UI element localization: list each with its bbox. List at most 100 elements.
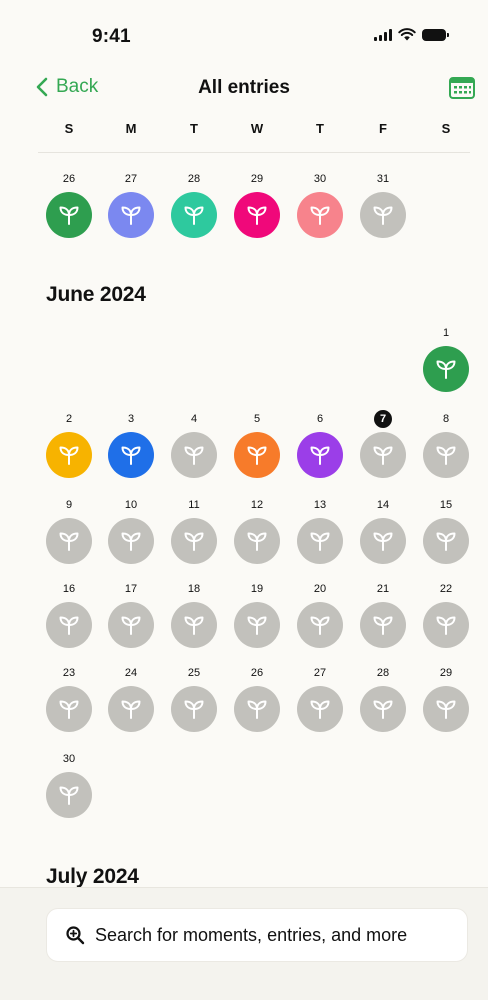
search-icon (66, 926, 85, 945)
sprout-icon (59, 700, 79, 719)
calendar-day[interactable]: 8 (423, 412, 469, 478)
sprout-icon (121, 532, 141, 551)
calendar-day[interactable]: 29 (423, 666, 469, 732)
calendar-day[interactable]: 30 (297, 172, 343, 238)
calendar-day[interactable]: 22 (423, 582, 469, 648)
entry-dot[interactable] (234, 518, 280, 564)
entry-dot[interactable] (423, 432, 469, 478)
calendar-day[interactable]: 11 (171, 498, 217, 564)
calendar-day[interactable]: 26 (234, 666, 280, 732)
calendar-day[interactable]: 10 (108, 498, 154, 564)
calendar-day[interactable]: 5 (234, 412, 280, 478)
entry-dot[interactable] (171, 518, 217, 564)
entry-dot[interactable] (46, 518, 92, 564)
entry-dot[interactable] (360, 518, 406, 564)
entry-dot[interactable] (46, 192, 92, 238)
calendar-day[interactable]: 30 (46, 752, 92, 818)
calendar-grid: 26 27 28 29 30 31 June 2024 1 2 3 4 5 6 7 8 9 10 11 12 13 14… (0, 0, 488, 888)
entry-dot[interactable] (108, 686, 154, 732)
entry-dot[interactable] (171, 602, 217, 648)
sprout-icon (310, 206, 330, 225)
calendar-day[interactable]: 28 (360, 666, 406, 732)
sprout-icon (310, 700, 330, 719)
sprout-icon (121, 206, 141, 225)
calendar-day[interactable]: 1 (423, 326, 469, 392)
entry-dot[interactable] (108, 602, 154, 648)
entry-dot[interactable] (234, 192, 280, 238)
entry-dot[interactable] (234, 432, 280, 478)
entry-dot[interactable] (171, 192, 217, 238)
day-number: 8 (442, 413, 450, 425)
entry-dot[interactable] (423, 346, 469, 392)
day-number: 1 (442, 327, 450, 339)
calendar-day[interactable]: 2 (46, 412, 92, 478)
sprout-icon (121, 616, 141, 635)
entry-dot[interactable] (108, 518, 154, 564)
entry-dot[interactable] (234, 686, 280, 732)
day-number: 31 (376, 173, 390, 185)
entry-dot[interactable] (297, 686, 343, 732)
calendar-day[interactable]: 19 (234, 582, 280, 648)
calendar-day[interactable]: 6 (297, 412, 343, 478)
calendar-day[interactable]: 15 (423, 498, 469, 564)
calendar-day[interactable]: 27 (108, 172, 154, 238)
day-number: 29 (250, 173, 264, 185)
calendar-day[interactable]: 27 (297, 666, 343, 732)
entry-dot[interactable] (46, 686, 92, 732)
entry-dot[interactable] (297, 518, 343, 564)
day-number: 30 (313, 173, 327, 185)
calendar-day[interactable]: 18 (171, 582, 217, 648)
entry-dot[interactable] (297, 432, 343, 478)
sprout-icon (436, 616, 456, 635)
entry-dot[interactable] (360, 686, 406, 732)
calendar-day[interactable]: 23 (46, 666, 92, 732)
today-day-number: 7 (360, 410, 406, 430)
entry-dot[interactable] (360, 602, 406, 648)
sprout-icon (247, 616, 267, 635)
entry-dot[interactable] (360, 432, 406, 478)
calendar-day[interactable]: 13 (297, 498, 343, 564)
calendar-day[interactable]: 14 (360, 498, 406, 564)
entry-dot[interactable] (423, 686, 469, 732)
day-number: 27 (313, 667, 327, 679)
calendar-day[interactable]: 12 (234, 498, 280, 564)
calendar-day[interactable]: 31 (360, 172, 406, 238)
entry-dot[interactable] (360, 192, 406, 238)
entry-dot[interactable] (423, 518, 469, 564)
calendar-day[interactable]: 9 (46, 498, 92, 564)
day-number: 12 (250, 499, 264, 511)
calendar-day[interactable]: 3 (108, 412, 154, 478)
calendar-day[interactable]: 17 (108, 582, 154, 648)
day-number: 6 (316, 413, 324, 425)
day-number: 25 (187, 667, 201, 679)
calendar-day[interactable]: 16 (46, 582, 92, 648)
calendar-day[interactable]: 21 (360, 582, 406, 648)
entry-dot[interactable] (297, 602, 343, 648)
day-number: 23 (62, 667, 76, 679)
calendar-day[interactable]: 24 (108, 666, 154, 732)
calendar-day[interactable]: 29 (234, 172, 280, 238)
calendar-day[interactable]: 20 (297, 582, 343, 648)
entry-dot[interactable] (423, 602, 469, 648)
entry-dot[interactable] (234, 602, 280, 648)
calendar-day[interactable]: 28 (171, 172, 217, 238)
sprout-icon (184, 532, 204, 551)
entry-dot[interactable] (46, 772, 92, 818)
search-field[interactable]: Search for moments, entries, and more (46, 908, 468, 962)
sprout-icon (59, 446, 79, 465)
calendar-day[interactable]: 26 (46, 172, 92, 238)
entry-dot[interactable] (171, 432, 217, 478)
entry-dot[interactable] (108, 432, 154, 478)
entry-dot[interactable] (297, 192, 343, 238)
entry-dot[interactable] (171, 686, 217, 732)
calendar-day[interactable]: 4 (171, 412, 217, 478)
sprout-icon (373, 532, 393, 551)
day-number: 18 (187, 583, 201, 595)
calendar-day[interactable]: 7 (360, 410, 406, 478)
calendar-day[interactable]: 25 (171, 666, 217, 732)
day-number: 30 (62, 753, 76, 765)
entry-dot[interactable] (46, 602, 92, 648)
day-number: 16 (62, 583, 76, 595)
entry-dot[interactable] (108, 192, 154, 238)
entry-dot[interactable] (46, 432, 92, 478)
